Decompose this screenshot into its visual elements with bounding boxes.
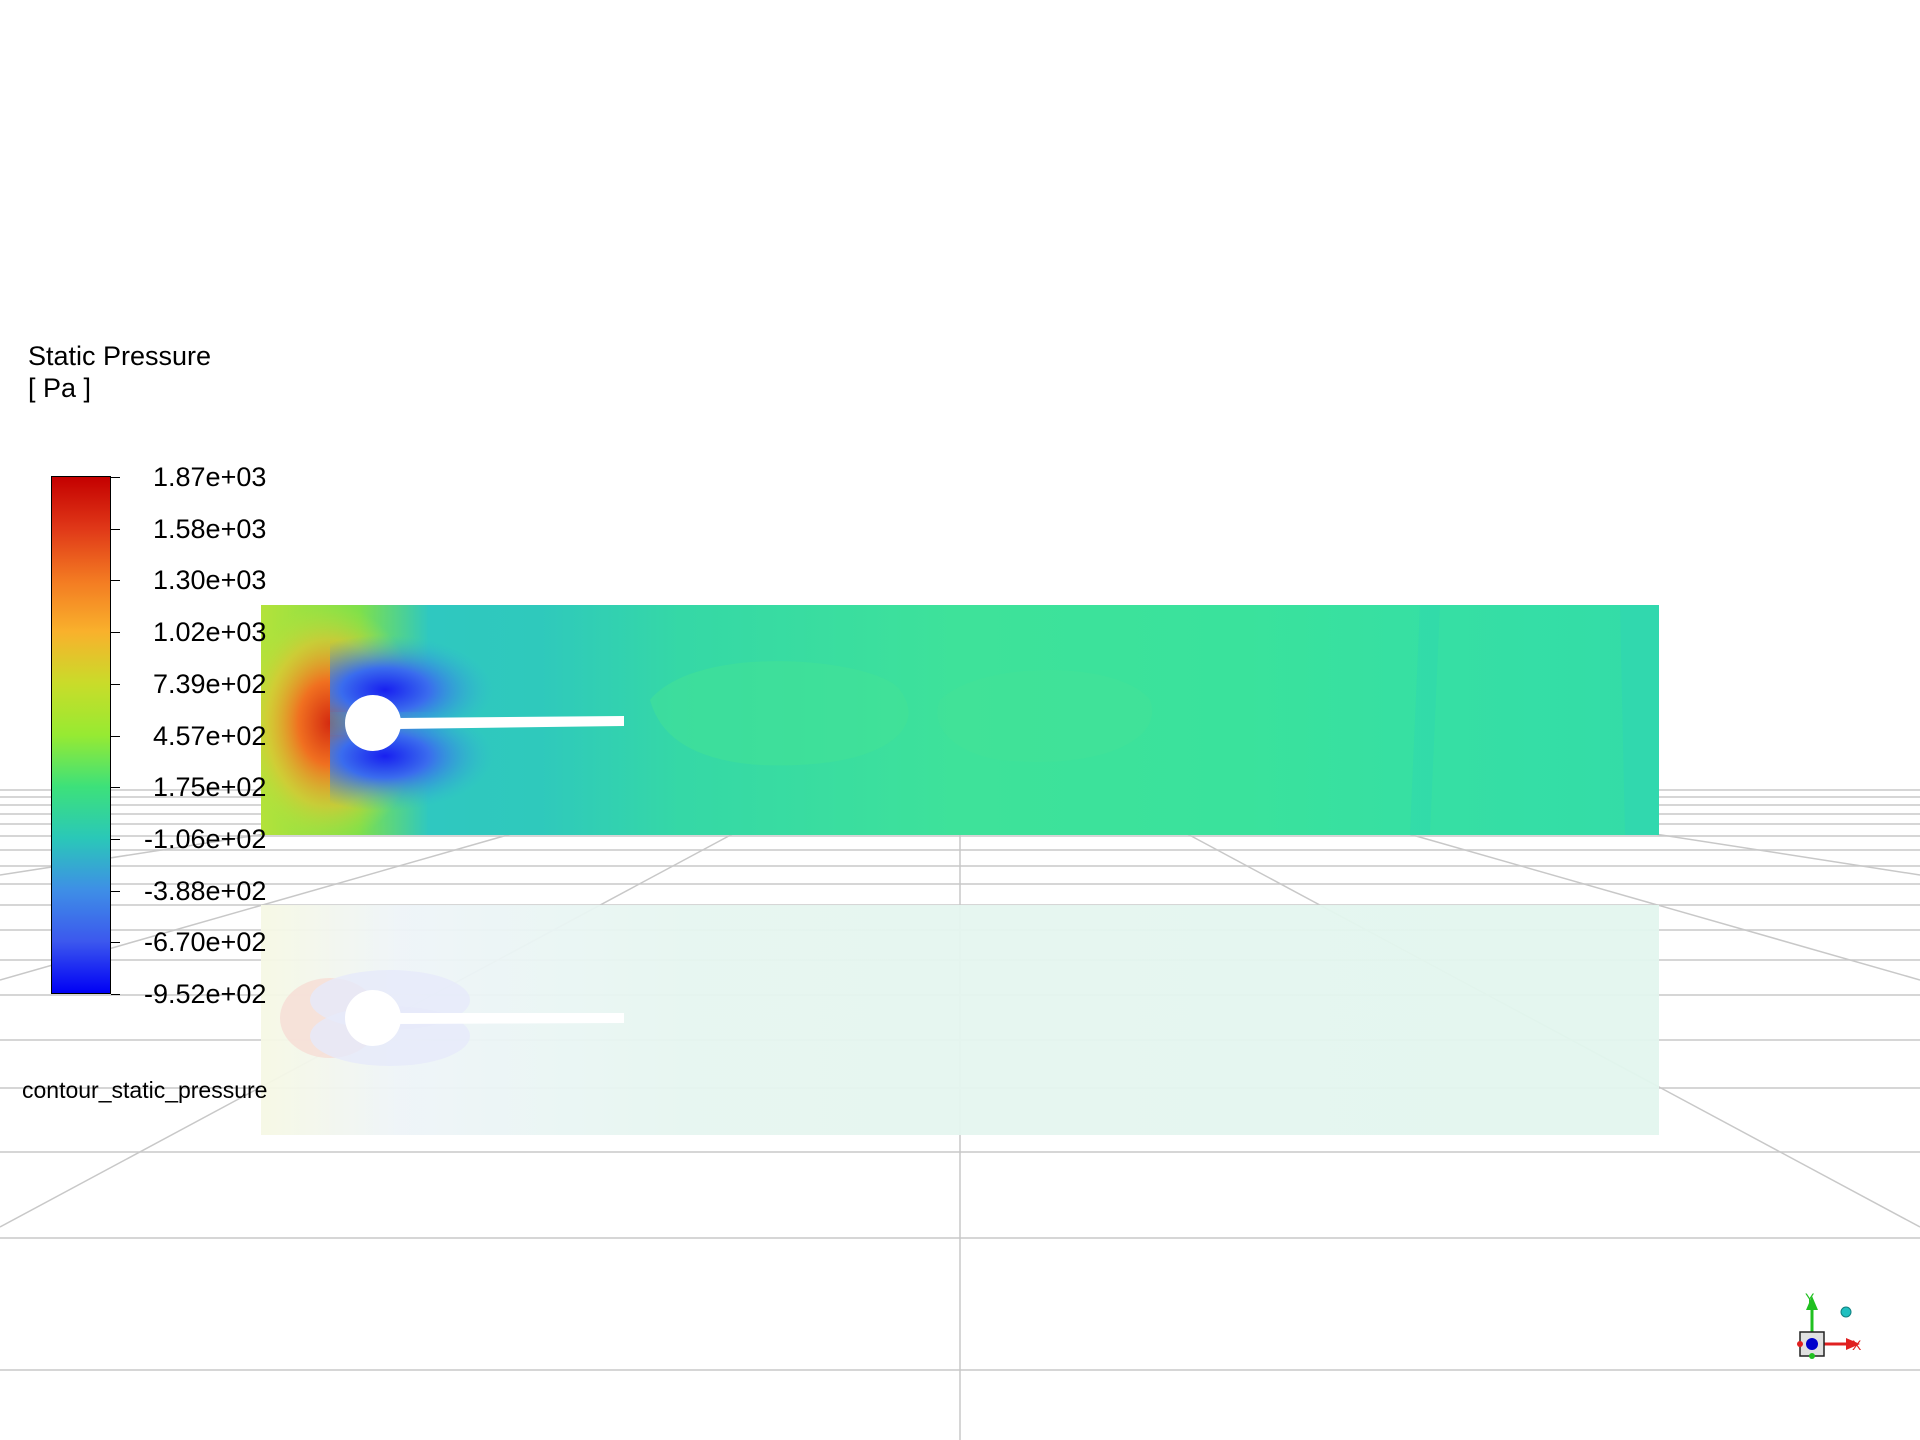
colorbar-tick-label: 1.75e+02 [153,772,267,803]
colorbar-tick-mark [111,580,120,582]
colorbar-tick-mark [111,890,120,892]
colorbar-tick-label: -6.70e+02 [144,927,267,958]
colorbar-tick-mark [111,735,120,737]
colorbar-tick-label: 1.02e+03 [153,617,267,648]
triad-x-label: X [1852,1337,1862,1353]
legend-unit: [ Pa ] [28,373,92,403]
colorbar-tick-label: 7.39e+02 [153,668,267,699]
colorbar-tick-mark [111,994,120,995]
isometric-view-dot[interactable] [1840,1306,1852,1318]
colorbar-tick-label: 4.57e+02 [153,720,267,751]
contour-name-label: contour_static_pressure [22,1077,268,1103]
graphics-viewport[interactable] [0,0,1920,1440]
colorbar-tick-label: 1.87e+03 [153,462,267,492]
triad-y-label: Y [1805,1290,1815,1306]
colorbar-tick-mark [111,942,120,944]
colorbar-tick-mark [111,838,120,840]
colorbar-tick-mark [111,683,120,685]
contour-plot-domain[interactable] [261,605,1659,835]
colorbar-tick-label: 1.58e+03 [153,513,267,544]
colorbar-tick-mark [111,632,120,634]
cylinder-obstacle [345,695,401,751]
legend-title: Static Pressure [28,341,212,371]
colorbar-tick-mark [111,528,120,530]
colorbar-tick-label: -9.52e+02 [144,979,267,1009]
colorbar [51,476,111,994]
colorbar-tick-label: -3.88e+02 [144,875,267,906]
colorbar-tick-mark [111,787,120,789]
domain-reflection [261,905,1659,1135]
colorbar-tick-label: 1.30e+03 [153,565,267,596]
colorbar-tick-mark [111,477,120,478]
colorbar-tick-label: -1.06e+02 [144,823,267,854]
